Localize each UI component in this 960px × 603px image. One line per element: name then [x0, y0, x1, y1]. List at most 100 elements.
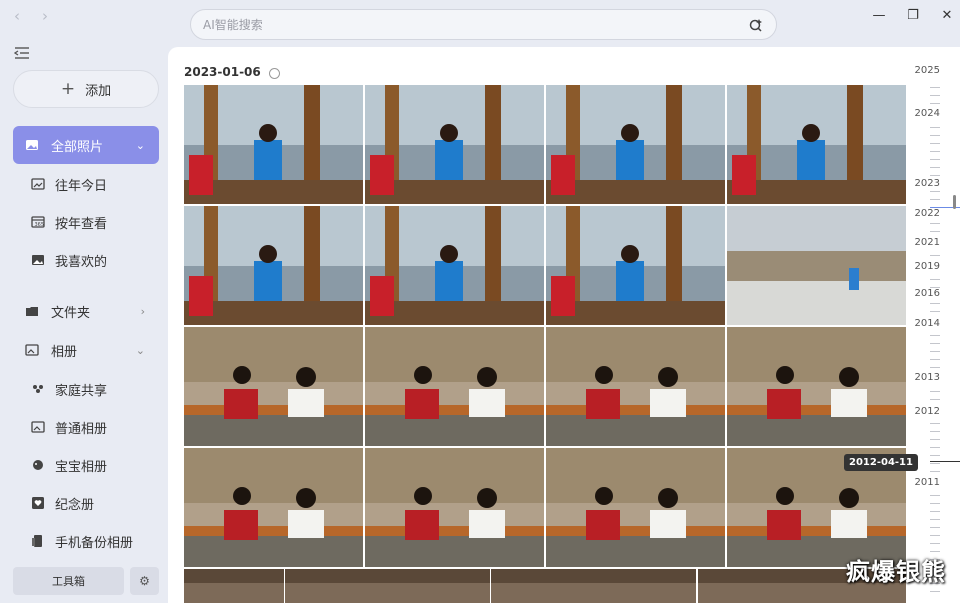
photo-thumbnail[interactable]: [546, 327, 725, 446]
photo-thumbnail[interactable]: [546, 85, 725, 204]
sidebar-item-label: 我喜欢的: [55, 254, 108, 270]
history-nav: ‹ ›: [14, 6, 48, 26]
timeline-tick: [930, 495, 940, 496]
search-bar[interactable]: [190, 9, 777, 40]
baby-icon: [33, 460, 43, 470]
timeline-tick: [930, 399, 940, 400]
photo-thumbnail[interactable]: [184, 448, 363, 567]
toolbox-button[interactable]: 工具箱: [13, 567, 124, 595]
photo-thumbnail[interactable]: [491, 569, 696, 603]
timeline-tick: [930, 223, 940, 224]
sidebar-item-memorial-book[interactable]: 纪念册: [13, 484, 159, 522]
sidebar-item-on-this-day[interactable]: 往年今日: [13, 165, 159, 203]
sidebar-item-phone-backup[interactable]: 手机备份相册: [13, 522, 159, 560]
chevron-down-icon[interactable]: ⌄: [136, 344, 145, 357]
photo-thumbnail[interactable]: [727, 85, 906, 204]
sidebar-item-all-photos[interactable]: 全部照片 ⌄: [13, 126, 159, 164]
timeline-tick: [930, 439, 940, 440]
photo-thumbnail[interactable]: [365, 85, 544, 204]
timeline-year[interactable]: 2025: [915, 65, 940, 76]
photo-thumbnail[interactable]: [546, 206, 725, 325]
timeline-tick: [930, 431, 940, 432]
timeline-year[interactable]: 2014: [915, 318, 940, 329]
settings-button[interactable]: ⚙: [130, 567, 159, 595]
timeline-tick: [930, 199, 940, 200]
heart-book-icon: [32, 497, 44, 509]
chevron-right-icon[interactable]: ›: [141, 305, 145, 318]
folder-icon: [26, 307, 38, 316]
sidebar-item-label: 往年今日: [55, 178, 108, 194]
timeline-year[interactable]: 2023: [915, 178, 940, 189]
minimize-icon[interactable]: —: [872, 8, 886, 23]
timeline-tick: [930, 351, 940, 352]
photo-thumbnail[interactable]: [184, 327, 363, 446]
photo-thumbnail[interactable]: [184, 206, 363, 325]
sidebar-item-label: 全部照片: [51, 139, 104, 155]
photo-thumbnail[interactable]: [285, 569, 490, 603]
sidebar-item-albums[interactable]: 相册 ⌄: [13, 331, 159, 369]
image-search-icon[interactable]: [748, 17, 764, 33]
year-timeline[interactable]: 2025 2024 2023 2022 2021 2019 2016 2014 2013 2012…: [910, 47, 960, 603]
timeline-year[interactable]: 2013: [915, 372, 940, 383]
sidebar-item-normal-albums[interactable]: 普通相册: [13, 408, 159, 446]
sidebar-item-label: 手机备份相册: [55, 535, 134, 551]
timeline-year[interactable]: 2024: [915, 108, 940, 119]
photo-thumbnail[interactable]: [184, 85, 363, 204]
chevron-down-icon[interactable]: ⌄: [136, 139, 145, 152]
sidebar-item-label: 宝宝相册: [55, 459, 108, 475]
timeline-year[interactable]: 2022: [915, 208, 940, 219]
sidebar: + 添加 全部照片 ⌄ 往年今日 365 按年查看 我喜欢的 文件夹 › 相册: [0, 40, 170, 603]
sidebar-item-favorites[interactable]: 我喜欢的: [13, 241, 159, 279]
select-date-group-checkbox[interactable]: [268, 68, 280, 79]
photo-thumbnail[interactable]: [546, 448, 725, 567]
photo-thumbnail[interactable]: [365, 206, 544, 325]
timeline-tick: [930, 359, 940, 360]
timeline-tick: [930, 447, 940, 448]
forward-arrow-icon[interactable]: ›: [42, 6, 48, 26]
sidebar-item-family-share[interactable]: 家庭共享: [13, 370, 159, 408]
close-icon[interactable]: ✕: [940, 8, 954, 23]
timeline-tick: [930, 471, 940, 472]
photo-thumbnail[interactable]: [365, 448, 544, 567]
calendar-photo-icon: [31, 178, 45, 190]
photo-thumbnail[interactable]: [727, 206, 906, 325]
add-button[interactable]: + 添加: [13, 70, 159, 108]
timeline-tick: [930, 287, 940, 288]
sidebar-item-folders[interactable]: 文件夹 ›: [13, 292, 159, 330]
timeline-year[interactable]: 2019: [915, 261, 940, 272]
search-input[interactable]: [203, 17, 748, 32]
timeline-tick: [930, 151, 940, 152]
timeline-tick: [930, 255, 940, 256]
timeline-tick: [930, 503, 940, 504]
timeline-tick: [930, 591, 940, 592]
sidebar-item-baby-albums[interactable]: 宝宝相册: [13, 446, 159, 484]
back-arrow-icon[interactable]: ‹: [14, 6, 20, 26]
phone-backup-icon: [32, 535, 42, 547]
timeline-year[interactable]: 2021: [915, 237, 940, 248]
timeline-tick: [930, 527, 940, 528]
photo-thumbnail[interactable]: [365, 327, 544, 446]
photo-thumbnail[interactable]: [184, 569, 284, 603]
timeline-tick: [930, 143, 940, 144]
watermark: 疯爆银熊: [846, 558, 946, 586]
timeline-tick: [930, 519, 940, 520]
photo-panel: 2023-01-06 2025 2024 2023 2022 2021 2019 2016 2…: [168, 47, 960, 603]
timeline-year[interactable]: 2012: [915, 406, 940, 417]
collapse-sidebar-icon[interactable]: [14, 46, 30, 60]
restore-icon[interactable]: ❐: [906, 8, 920, 23]
add-button-label: 添加: [85, 83, 112, 99]
scrollbar[interactable]: [953, 195, 956, 209]
date-label: 2023-01-06: [184, 64, 261, 79]
date-group-header: 2023-01-06: [184, 64, 280, 79]
timeline-tick: [930, 103, 940, 104]
timeline-year[interactable]: 2016: [915, 288, 940, 299]
timeline-tick: [930, 175, 940, 176]
sidebar-item-label: 家庭共享: [55, 383, 108, 399]
sidebar-item-by-year[interactable]: 365 按年查看: [13, 203, 159, 241]
timeline-tick: [930, 87, 940, 88]
album-icon: [25, 344, 39, 356]
photo-thumbnail[interactable]: [727, 327, 906, 446]
plus-icon: +: [60, 79, 76, 99]
timeline-year[interactable]: 2011: [915, 477, 940, 488]
window-controls: — ❐ ✕: [872, 8, 954, 23]
